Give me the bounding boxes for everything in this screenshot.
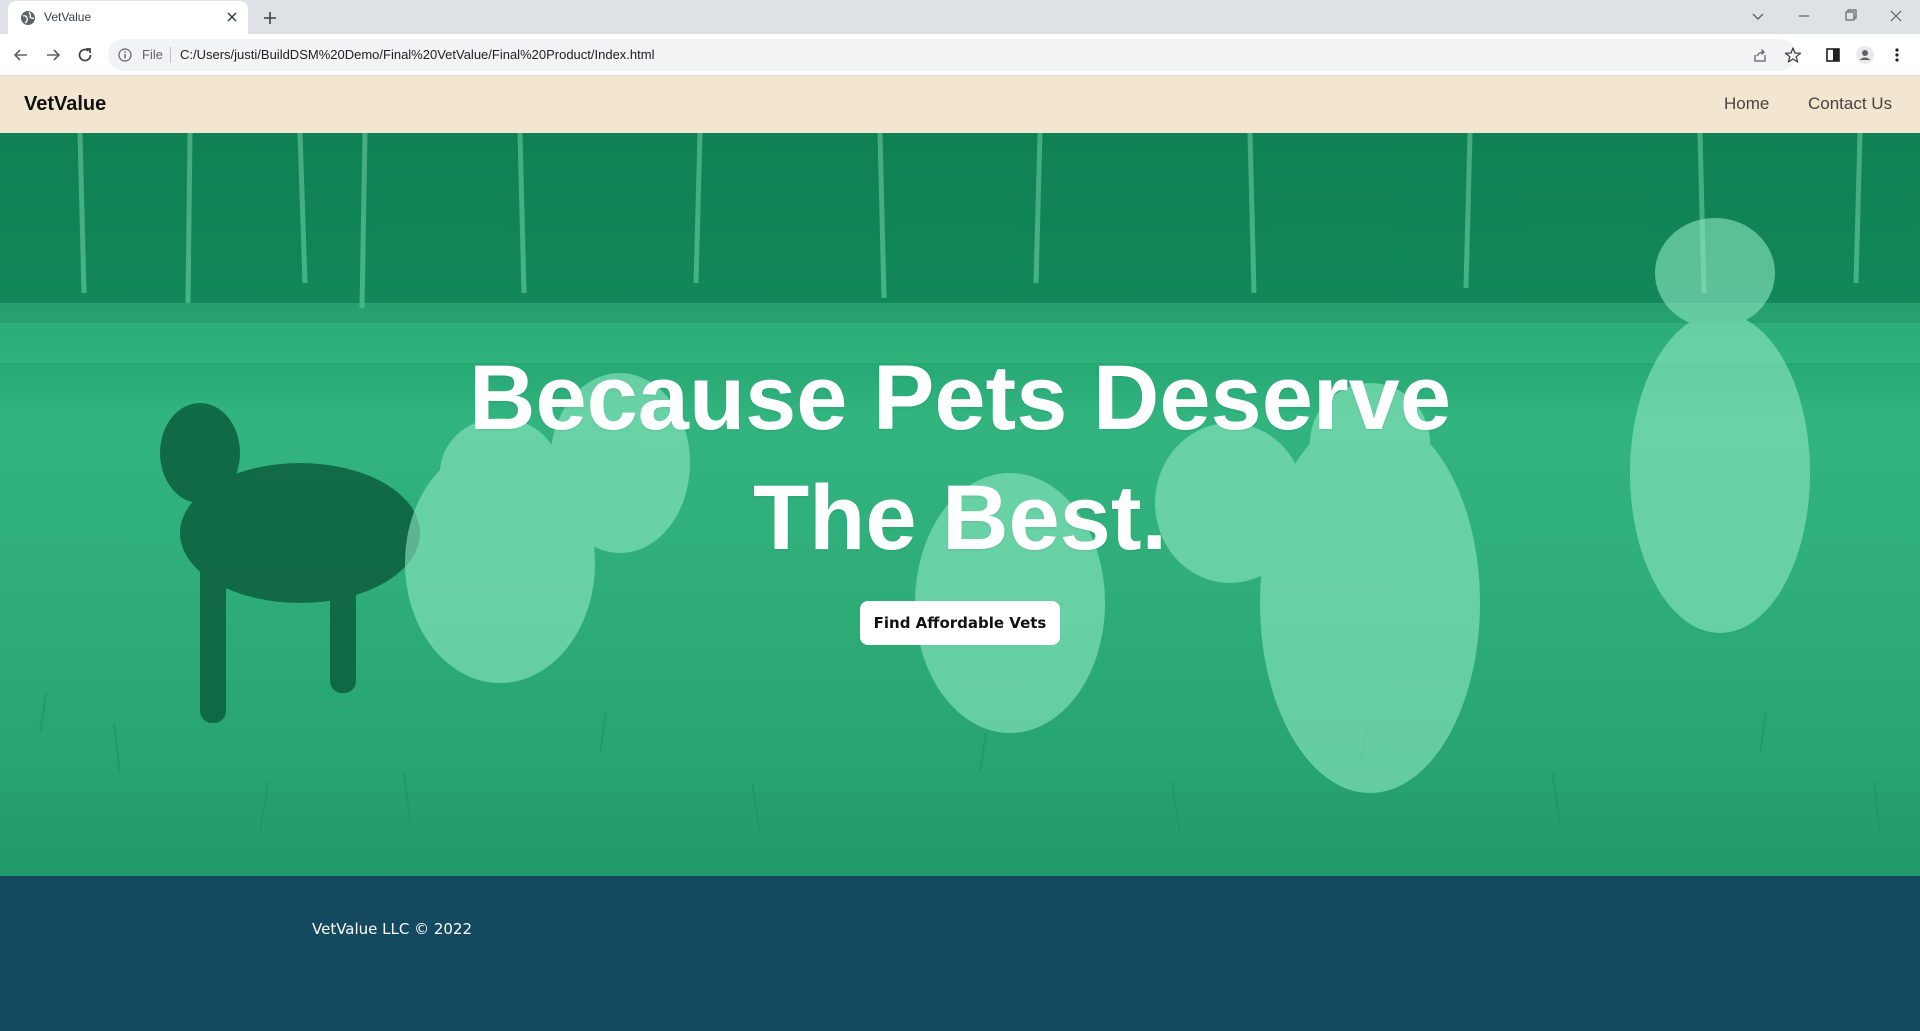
window-close-icon[interactable] xyxy=(1884,6,1908,26)
minimize-icon[interactable] xyxy=(1792,6,1816,26)
nav-link-home[interactable]: Home xyxy=(1724,94,1769,114)
url-text[interactable]: C:/Users/justi/BuildDSM%20Demo/Final%20V… xyxy=(180,47,654,62)
close-icon[interactable] xyxy=(224,9,240,25)
globe-icon xyxy=(21,11,35,25)
hero-section: Because Pets Deserve The Best. Find Affo… xyxy=(0,133,1920,876)
hero-headline-line-2: The Best. xyxy=(752,467,1168,569)
site-footer: VetValue LLC © 2022 xyxy=(0,876,1920,1031)
tab-title: VetValue xyxy=(44,10,92,24)
profile-avatar-icon[interactable] xyxy=(1855,45,1875,65)
browser-tab-strip: VetValue xyxy=(0,0,1920,34)
side-panel-icon[interactable] xyxy=(1823,45,1843,65)
browser-tab[interactable]: VetValue xyxy=(8,1,248,34)
share-icon[interactable] xyxy=(1752,47,1768,63)
site-navbar: VetValue Home Contact Us xyxy=(0,76,1920,133)
more-vert-icon[interactable] xyxy=(1887,45,1907,65)
browser-toolbar: File C:/Users/justi/BuildDSM%20Demo/Fina… xyxy=(0,34,1920,76)
find-affordable-vets-button[interactable]: Find Affordable Vets xyxy=(860,601,1060,645)
footer-copyright: VetValue LLC © 2022 xyxy=(312,920,473,938)
file-label: File xyxy=(142,47,163,62)
address-bar[interactable]: File C:/Users/justi/BuildDSM%20Demo/Fina… xyxy=(108,39,1802,71)
site-logo-text[interactable]: VetValue xyxy=(24,93,106,116)
info-icon[interactable] xyxy=(118,48,132,62)
divider xyxy=(170,47,171,63)
chevron-down-icon[interactable] xyxy=(1750,8,1766,24)
reload-icon[interactable] xyxy=(75,45,95,65)
back-arrow-icon[interactable] xyxy=(11,45,31,65)
bookmark-star-icon[interactable] xyxy=(1784,46,1802,64)
hero-headline-line-1: Because Pets Deserve xyxy=(469,347,1451,449)
new-tab-icon[interactable] xyxy=(260,8,280,28)
forward-arrow-icon[interactable] xyxy=(43,45,63,65)
restore-icon[interactable] xyxy=(1838,6,1862,26)
hero-headline: Because Pets Deserve The Best. xyxy=(360,338,1560,578)
nav-link-contact-us[interactable]: Contact Us xyxy=(1808,94,1892,114)
